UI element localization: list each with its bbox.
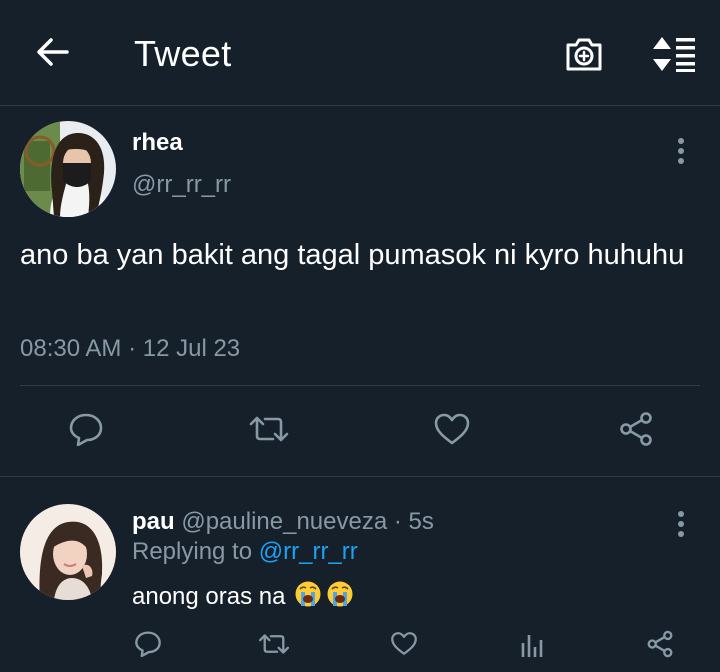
more-options-button[interactable]	[666, 506, 696, 546]
more-vertical-icon	[677, 137, 685, 170]
more-vertical-icon	[677, 510, 685, 543]
reply-icon	[134, 630, 162, 662]
reply-icon	[68, 412, 104, 451]
crying-face-emoji	[294, 580, 356, 615]
replying-to-line: Replying to @rr_rr_rr	[132, 538, 358, 566]
share-icon	[618, 411, 654, 452]
tweet-text: ano ba yan bakit ang tagal pumasok ni ky…	[20, 239, 685, 271]
analytics-icon	[519, 631, 545, 662]
retweet-button[interactable]	[244, 409, 294, 453]
analytics-button[interactable]	[514, 628, 550, 664]
reply-author-handle[interactable]: @pauline_nueveza	[181, 508, 387, 535]
retweet-icon	[257, 632, 291, 661]
arrow-left-icon	[35, 37, 69, 72]
heart-icon	[390, 631, 418, 661]
reply-header: pau @pauline_nueveza · 5s	[132, 508, 434, 536]
author-name[interactable]: rhea	[132, 129, 183, 157]
author-handle[interactable]: @rr_rr_rr	[132, 171, 231, 199]
reply-time: 5s	[408, 508, 434, 535]
sort-button[interactable]	[646, 32, 702, 80]
like-button[interactable]	[428, 409, 476, 453]
heart-icon	[433, 412, 471, 451]
share-icon	[646, 630, 674, 663]
tweet-timestamp: 08:30 AM · 12 Jul 23	[20, 335, 241, 362]
replying-prefix: Replying to	[132, 538, 253, 565]
top-app-bar: Tweet	[0, 0, 720, 106]
camera-button[interactable]	[560, 32, 608, 80]
reply-text: anong oras na	[132, 580, 356, 615]
reply-text-content: anong oras na	[132, 582, 286, 610]
page-title: Tweet	[134, 33, 232, 74]
avatar[interactable]	[20, 121, 116, 217]
reply-author-name[interactable]: pau	[132, 508, 175, 535]
like-button[interactable]	[386, 628, 422, 664]
more-options-button[interactable]	[666, 133, 696, 173]
reply-tweet: pau @pauline_nueveza · 5s Replying to @r…	[0, 478, 720, 672]
reply-button[interactable]	[62, 409, 110, 453]
camera-add-icon	[564, 36, 604, 77]
avatar[interactable]	[20, 504, 116, 600]
divider	[20, 385, 700, 386]
retweet-icon	[247, 414, 291, 449]
share-button[interactable]	[612, 409, 660, 453]
reply-button[interactable]	[130, 628, 166, 664]
back-button[interactable]	[28, 30, 76, 78]
share-button[interactable]	[642, 628, 678, 664]
sort-lines-icon	[650, 34, 698, 79]
separator-dot: ·	[393, 508, 402, 535]
replying-to-link[interactable]: @rr_rr_rr	[259, 538, 358, 565]
main-tweet: rhea @rr_rr_rr ano ba yan bakit ang taga…	[0, 107, 720, 477]
retweet-button[interactable]	[254, 628, 294, 664]
